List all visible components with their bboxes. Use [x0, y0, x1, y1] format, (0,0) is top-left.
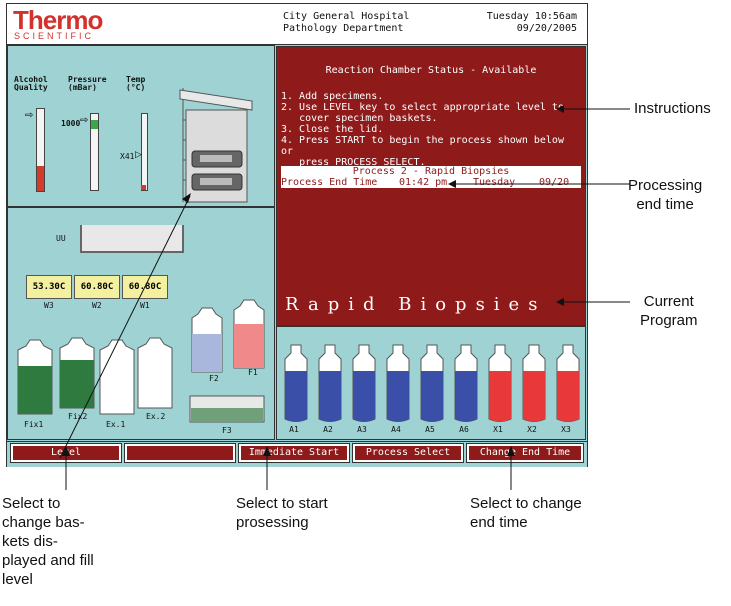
gauges-pane: Alcohol Quality Pressure (mBar) Temp (°C…	[7, 45, 275, 207]
immediate-start-button[interactable]: Immediate Start	[238, 443, 350, 463]
bottle-label-a6: A6	[459, 425, 469, 434]
bottles-pane: A1 A2 A3 A4 A5 A6 X1 X2 X3	[276, 326, 586, 440]
temperature-marker: X41	[120, 152, 135, 161]
instruction-list: 1. Add specimens. 2. Use LEVEL key to se…	[281, 91, 581, 168]
bottle-label-x1: X1	[493, 425, 503, 434]
bottle-label-a2: A2	[323, 425, 333, 434]
process-info-box: Process 2 - Rapid Biopsies Process End T…	[281, 166, 581, 188]
process-name: Process 2 - Rapid Biopsies	[352, 166, 510, 177]
temperature-pointer-icon: ▷	[135, 149, 142, 159]
instruction-step: 4. Press START to begin the process show…	[281, 135, 564, 168]
annotation-instructions: Instructions	[634, 100, 711, 117]
reagent-bottle	[318, 344, 342, 422]
reagent-containers	[17, 299, 265, 423]
process-end-date: 09/20	[539, 177, 570, 188]
pressure-value: 1000	[61, 119, 81, 128]
pressure-label: Pressure (mBar)	[68, 75, 107, 92]
temperature-gauge	[141, 113, 148, 191]
annotation-processing-end-time: Processing end time	[628, 177, 703, 213]
bottle-label-a3: A3	[357, 425, 367, 434]
process-select-button[interactable]: Process Select	[352, 443, 464, 463]
bottle-label-a5: A5	[425, 425, 435, 434]
container-label-f1: F1	[248, 368, 258, 377]
temperature-label: Temp (°C)	[126, 75, 146, 92]
reagent-bottle	[556, 344, 580, 422]
bath-top-label: UU	[56, 234, 66, 243]
bottle-label-a1: A1	[289, 425, 299, 434]
reaction-chamber-status-panel: Reaction Chamber Status - Available 1. A…	[276, 46, 586, 326]
current-program: Rapid Biopsies	[285, 294, 547, 315]
annotation-select-level: Select to change bas- kets dis- played a…	[2, 495, 94, 588]
reagent-bottle	[522, 344, 546, 422]
container-label-ex1: Ex.1	[106, 420, 126, 429]
container-label-fix1: Fix1	[24, 420, 44, 429]
instruction-step: 2. Use LEVEL key to select appropriate l…	[281, 102, 564, 124]
reagent-bottles	[284, 344, 580, 422]
temperature-bulb	[141, 185, 146, 190]
wax-bath-top	[80, 225, 184, 253]
annotation-current-program: Current Program	[640, 293, 698, 329]
change-end-time-button[interactable]: Change End Time	[466, 443, 584, 463]
pressure-gauge	[90, 113, 99, 191]
instruction-step: 1. Add specimens.	[281, 91, 384, 102]
reagent-bottle	[488, 344, 512, 422]
process-end-time: 01:42 pm	[399, 177, 448, 188]
instruction-step: 3. Close the lid.	[281, 124, 384, 135]
process-end-label: Process End Time	[281, 177, 378, 188]
alcohol-gauge	[36, 108, 45, 192]
alcohol-quality-label: Alcohol Quality	[14, 75, 48, 92]
reagent-bottle	[420, 344, 444, 422]
hospital-name: City General Hospital Pathology Departme…	[283, 11, 410, 34]
alcohol-pointer-icon: ⇨	[25, 110, 34, 121]
reagent-bottle	[352, 344, 376, 422]
blank-button[interactable]	[124, 443, 236, 463]
pressure-pointer-icon: ⇨	[80, 115, 89, 126]
header-bar: Thermo SCIENTIFIC City General Hospital …	[7, 4, 587, 45]
reagent-bottle	[454, 344, 478, 422]
bottle-label-x3: X3	[561, 425, 571, 434]
container-label-fix2: Fix2	[68, 412, 88, 421]
reagent-bottle	[386, 344, 410, 422]
annotation-select-change: Select to change end time	[470, 495, 582, 531]
bottle-label-x2: X2	[527, 425, 537, 434]
container-label-f3: F3	[222, 426, 232, 435]
scientific-logo-text: SCIENTIFIC	[14, 31, 95, 41]
date-time: Tuesday 10:56am 09/20/2005	[486, 11, 577, 34]
reagents-pane: UU 53.30C 60.80C 60.80C W3 W2 W1 Fix1 Fi…	[7, 207, 275, 440]
level-button[interactable]: Level	[10, 443, 122, 463]
reaction-chamber-icon	[179, 88, 253, 203]
alcohol-gauge-fill	[37, 166, 44, 191]
softkey-bar: Level Immediate Start Process Select Cha…	[7, 441, 587, 467]
reagent-bottle	[284, 344, 308, 422]
annotation-select-start: Select to start prosessing	[236, 495, 328, 531]
status-title: Reaction Chamber Status - Available	[325, 65, 537, 76]
process-end-day: Tuesday	[473, 177, 516, 188]
bottle-label-a4: A4	[391, 425, 401, 434]
container-label-ex2: Ex.2	[146, 412, 166, 421]
processor-screen: Thermo SCIENTIFIC City General Hospital …	[6, 3, 588, 467]
container-label-f2: F2	[209, 374, 219, 383]
pressure-marker	[91, 120, 98, 129]
